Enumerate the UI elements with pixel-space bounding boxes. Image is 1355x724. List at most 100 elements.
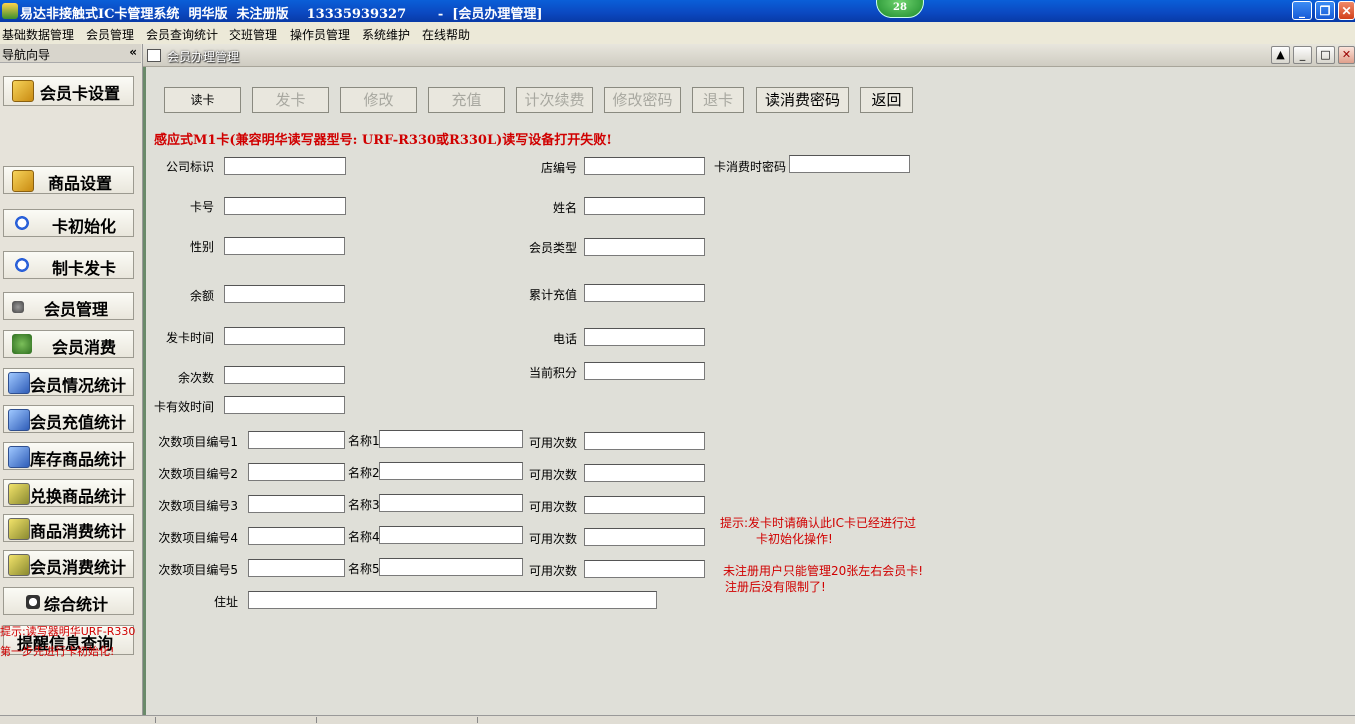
- read-card-button[interactable]: 读卡: [164, 87, 241, 113]
- current-points-label: 当前积分: [528, 366, 577, 380]
- nav-member-status-stats[interactable]: 会员情况统计: [3, 368, 134, 396]
- nav-goods-consume-stats[interactable]: 商品消费统计: [3, 514, 134, 542]
- count-item-name-label: 名称3: [348, 498, 380, 512]
- menu-member-query[interactable]: 会员查询统计: [146, 26, 218, 43]
- nav-exchange-goods-stats[interactable]: 兑换商品统计: [3, 479, 134, 507]
- mdi-minimize-button[interactable]: _: [1293, 46, 1312, 64]
- nav-member-consume[interactable]: 会员消费: [3, 330, 134, 358]
- nav-item-label: 商品消费统计: [30, 522, 127, 541]
- count-item-name-input[interactable]: [379, 430, 523, 448]
- phone-input[interactable]: [584, 328, 705, 346]
- nav-goods-settings[interactable]: 商品设置: [3, 166, 134, 194]
- store-no-input[interactable]: [584, 157, 705, 175]
- read-consume-password-button[interactable]: 读消费密码: [756, 87, 849, 113]
- menu-operator[interactable]: 操作员管理: [290, 26, 350, 43]
- nav-item-label: 商品设置: [48, 174, 113, 193]
- modify-button[interactable]: 修改: [340, 87, 417, 113]
- count-renew-button[interactable]: 计次续费: [516, 87, 593, 113]
- mdi-title-bar: 会员办理管理 ▲ _ □ ✕: [143, 44, 1355, 67]
- nav-title: 导航向导: [2, 48, 51, 62]
- nav-item-label: 会员消费统计: [30, 558, 127, 577]
- card-no-label: 卡号: [189, 200, 214, 214]
- return-card-button[interactable]: 退卡: [692, 87, 744, 113]
- remaining-times-input[interactable]: [224, 366, 345, 384]
- collapse-icon[interactable]: «: [129, 45, 137, 59]
- status-panel: [156, 717, 317, 723]
- issue-time-input[interactable]: [224, 327, 345, 345]
- address-input[interactable]: [248, 591, 657, 609]
- count-item-available-input[interactable]: [584, 560, 705, 578]
- count-item-available-input[interactable]: [584, 528, 705, 546]
- nav-card-issue[interactable]: 制卡发卡: [3, 251, 134, 279]
- notification-badge[interactable]: 28: [876, 0, 924, 18]
- document-icon[interactable]: [147, 49, 161, 62]
- nav-member-card-settings[interactable]: 会员卡设置: [3, 76, 134, 106]
- nav-item-label: 兑换商品统计: [30, 487, 127, 506]
- bolt-icon: [8, 554, 30, 576]
- mdi-close-button[interactable]: ✕: [1338, 46, 1355, 64]
- count-item-code-label: 次数项目编号2: [158, 467, 238, 481]
- count-item-code-input[interactable]: [248, 495, 345, 513]
- nav-member-consume-stats[interactable]: 会员消费统计: [3, 550, 134, 578]
- money-bag-icon: [12, 334, 32, 354]
- nav-stock-goods-stats[interactable]: 库存商品统计: [3, 442, 134, 470]
- menu-shift[interactable]: 交班管理: [229, 26, 277, 43]
- nav-card-init[interactable]: 卡初始化: [3, 209, 134, 237]
- menu-system[interactable]: 系统维护: [362, 26, 410, 43]
- count-item-name-input[interactable]: [379, 526, 523, 544]
- change-password-button[interactable]: 修改密码: [604, 87, 681, 113]
- name-input[interactable]: [584, 197, 705, 215]
- count-item-name-label: 名称2: [348, 466, 380, 480]
- count-item-code-input[interactable]: [248, 463, 345, 481]
- company-id-input[interactable]: [224, 157, 346, 175]
- count-item-code-input[interactable]: [248, 527, 345, 545]
- count-item-code-label: 次数项目编号4: [158, 531, 238, 545]
- status-panel: [0, 717, 156, 723]
- menu-bar: 基础数据管理 会员管理 会员查询统计 交班管理 操作员管理 系统维护 在线帮助: [0, 22, 1355, 44]
- nav-member-recharge-stats[interactable]: 会员充值统计: [3, 405, 134, 433]
- status-panel: [317, 717, 478, 723]
- stats-icon: [8, 446, 30, 468]
- back-button[interactable]: 返回: [860, 87, 913, 113]
- menu-help[interactable]: 在线帮助: [422, 26, 470, 43]
- window-restore-button[interactable]: ❐: [1315, 1, 1335, 20]
- balance-input[interactable]: [224, 285, 345, 303]
- nav-item-label: 会员管理: [44, 300, 109, 319]
- count-item-name-input[interactable]: [379, 462, 523, 480]
- count-item-name-input[interactable]: [379, 494, 523, 512]
- consume-password-input[interactable]: [789, 155, 910, 173]
- current-points-input[interactable]: [584, 362, 705, 380]
- nav-item-label: 制卡发卡: [52, 259, 117, 278]
- count-item-available-input[interactable]: [584, 496, 705, 514]
- nav-comprehensive-stats[interactable]: 综合统计: [3, 587, 134, 615]
- nav-member-management[interactable]: 会员管理: [3, 292, 134, 320]
- card-no-input[interactable]: [224, 197, 346, 215]
- count-item-code-input[interactable]: [248, 559, 345, 577]
- valid-time-input[interactable]: [224, 396, 345, 414]
- count-item-available-input[interactable]: [584, 432, 705, 450]
- count-item-name-input[interactable]: [379, 558, 523, 576]
- total-recharge-label: 累计充值: [528, 288, 577, 302]
- window-minimize-button[interactable]: _: [1292, 1, 1312, 20]
- count-item-name-label: 名称4: [348, 530, 380, 544]
- issue-card-button[interactable]: 发卡: [252, 87, 329, 113]
- company-id-label: 公司标识: [165, 160, 214, 174]
- recharge-button[interactable]: 充值: [428, 87, 505, 113]
- nav-item-label: 综合统计: [44, 595, 109, 614]
- total-recharge-input[interactable]: [584, 284, 705, 302]
- count-item-code-input[interactable]: [248, 431, 345, 449]
- issue-time-label: 发卡时间: [165, 331, 214, 345]
- count-item-available-input[interactable]: [584, 464, 705, 482]
- count-item-available-label: 可用次数: [528, 468, 577, 482]
- app-icon: [2, 3, 18, 19]
- mdi-up-button[interactable]: ▲: [1271, 46, 1290, 64]
- count-item-available-label: 可用次数: [528, 532, 577, 546]
- mdi-maximize-button[interactable]: □: [1316, 46, 1335, 64]
- gender-input[interactable]: [224, 237, 345, 255]
- menu-member[interactable]: 会员管理: [86, 26, 134, 43]
- menu-basic-data[interactable]: 基础数据管理: [2, 26, 74, 43]
- tip-init-line1: 提示:发卡时请确认此IC卡已经进行过: [720, 516, 916, 530]
- member-type-input[interactable]: [584, 238, 705, 256]
- window-close-button[interactable]: ✕: [1338, 1, 1355, 20]
- phone-label: 电话: [552, 332, 577, 346]
